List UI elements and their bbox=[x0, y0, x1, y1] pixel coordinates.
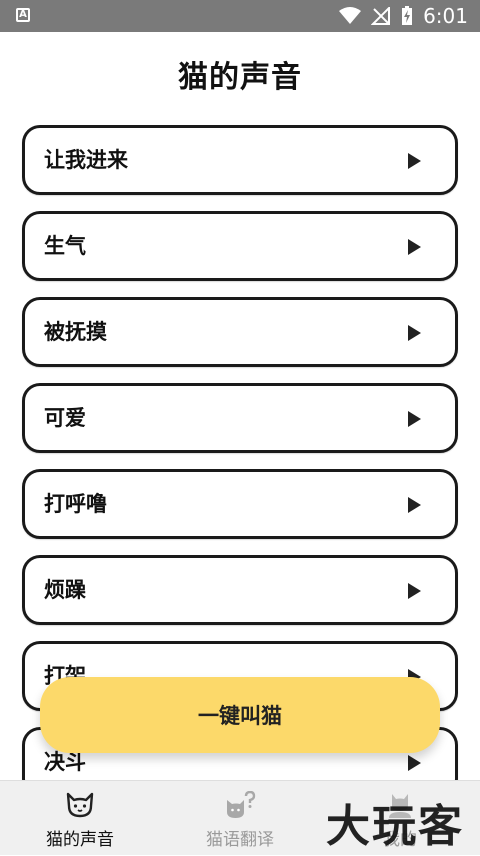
status-time: 6:01 bbox=[423, 4, 468, 28]
play-icon[interactable] bbox=[408, 583, 421, 599]
battery-charging-icon bbox=[401, 6, 413, 26]
sound-item-label: 烦躁 bbox=[44, 578, 86, 602]
sound-item-label: 可爱 bbox=[44, 406, 86, 430]
sound-item-cute[interactable]: 可爱 bbox=[22, 383, 458, 453]
cat-icon bbox=[64, 791, 96, 819]
play-icon[interactable] bbox=[408, 411, 421, 427]
notification-a-icon: A bbox=[16, 8, 30, 22]
sound-item-label: 生气 bbox=[44, 234, 86, 258]
status-bar: A 6:01 bbox=[0, 0, 480, 32]
sound-item-angry[interactable]: 生气 bbox=[22, 211, 458, 281]
play-icon[interactable] bbox=[408, 755, 421, 771]
watermark-logo: 大玩客 bbox=[326, 801, 464, 852]
nav-item-cat-translate[interactable]: 猫语翻译 bbox=[160, 781, 320, 856]
play-icon[interactable] bbox=[408, 325, 421, 341]
nav-label: 猫语翻译 bbox=[206, 830, 274, 850]
sound-item-label: 被抚摸 bbox=[44, 320, 107, 344]
wifi-icon bbox=[339, 7, 362, 25]
sound-item-label: 打呼噜 bbox=[44, 492, 107, 516]
page-title: 猫的声音 bbox=[178, 60, 302, 95]
call-cat-button[interactable]: 一键叫猫 bbox=[40, 677, 440, 753]
play-icon[interactable] bbox=[408, 497, 421, 513]
status-icons: 6:01 bbox=[339, 0, 468, 32]
play-icon[interactable] bbox=[408, 153, 421, 169]
cat-translate-icon bbox=[224, 790, 256, 819]
sound-item-irritable[interactable]: 烦躁 bbox=[22, 555, 458, 625]
no-signal-icon bbox=[371, 7, 391, 25]
sound-item-let-me-in[interactable]: 让我进来 bbox=[22, 125, 458, 195]
sound-item-petted[interactable]: 被抚摸 bbox=[22, 297, 458, 367]
nav-label: 猫的声音 bbox=[46, 830, 114, 850]
sound-item-purr[interactable]: 打呼噜 bbox=[22, 469, 458, 539]
sound-item-label: 让我进来 bbox=[44, 148, 128, 172]
nav-item-cat-sounds[interactable]: 猫的声音 bbox=[0, 781, 160, 856]
play-icon[interactable] bbox=[408, 239, 421, 255]
